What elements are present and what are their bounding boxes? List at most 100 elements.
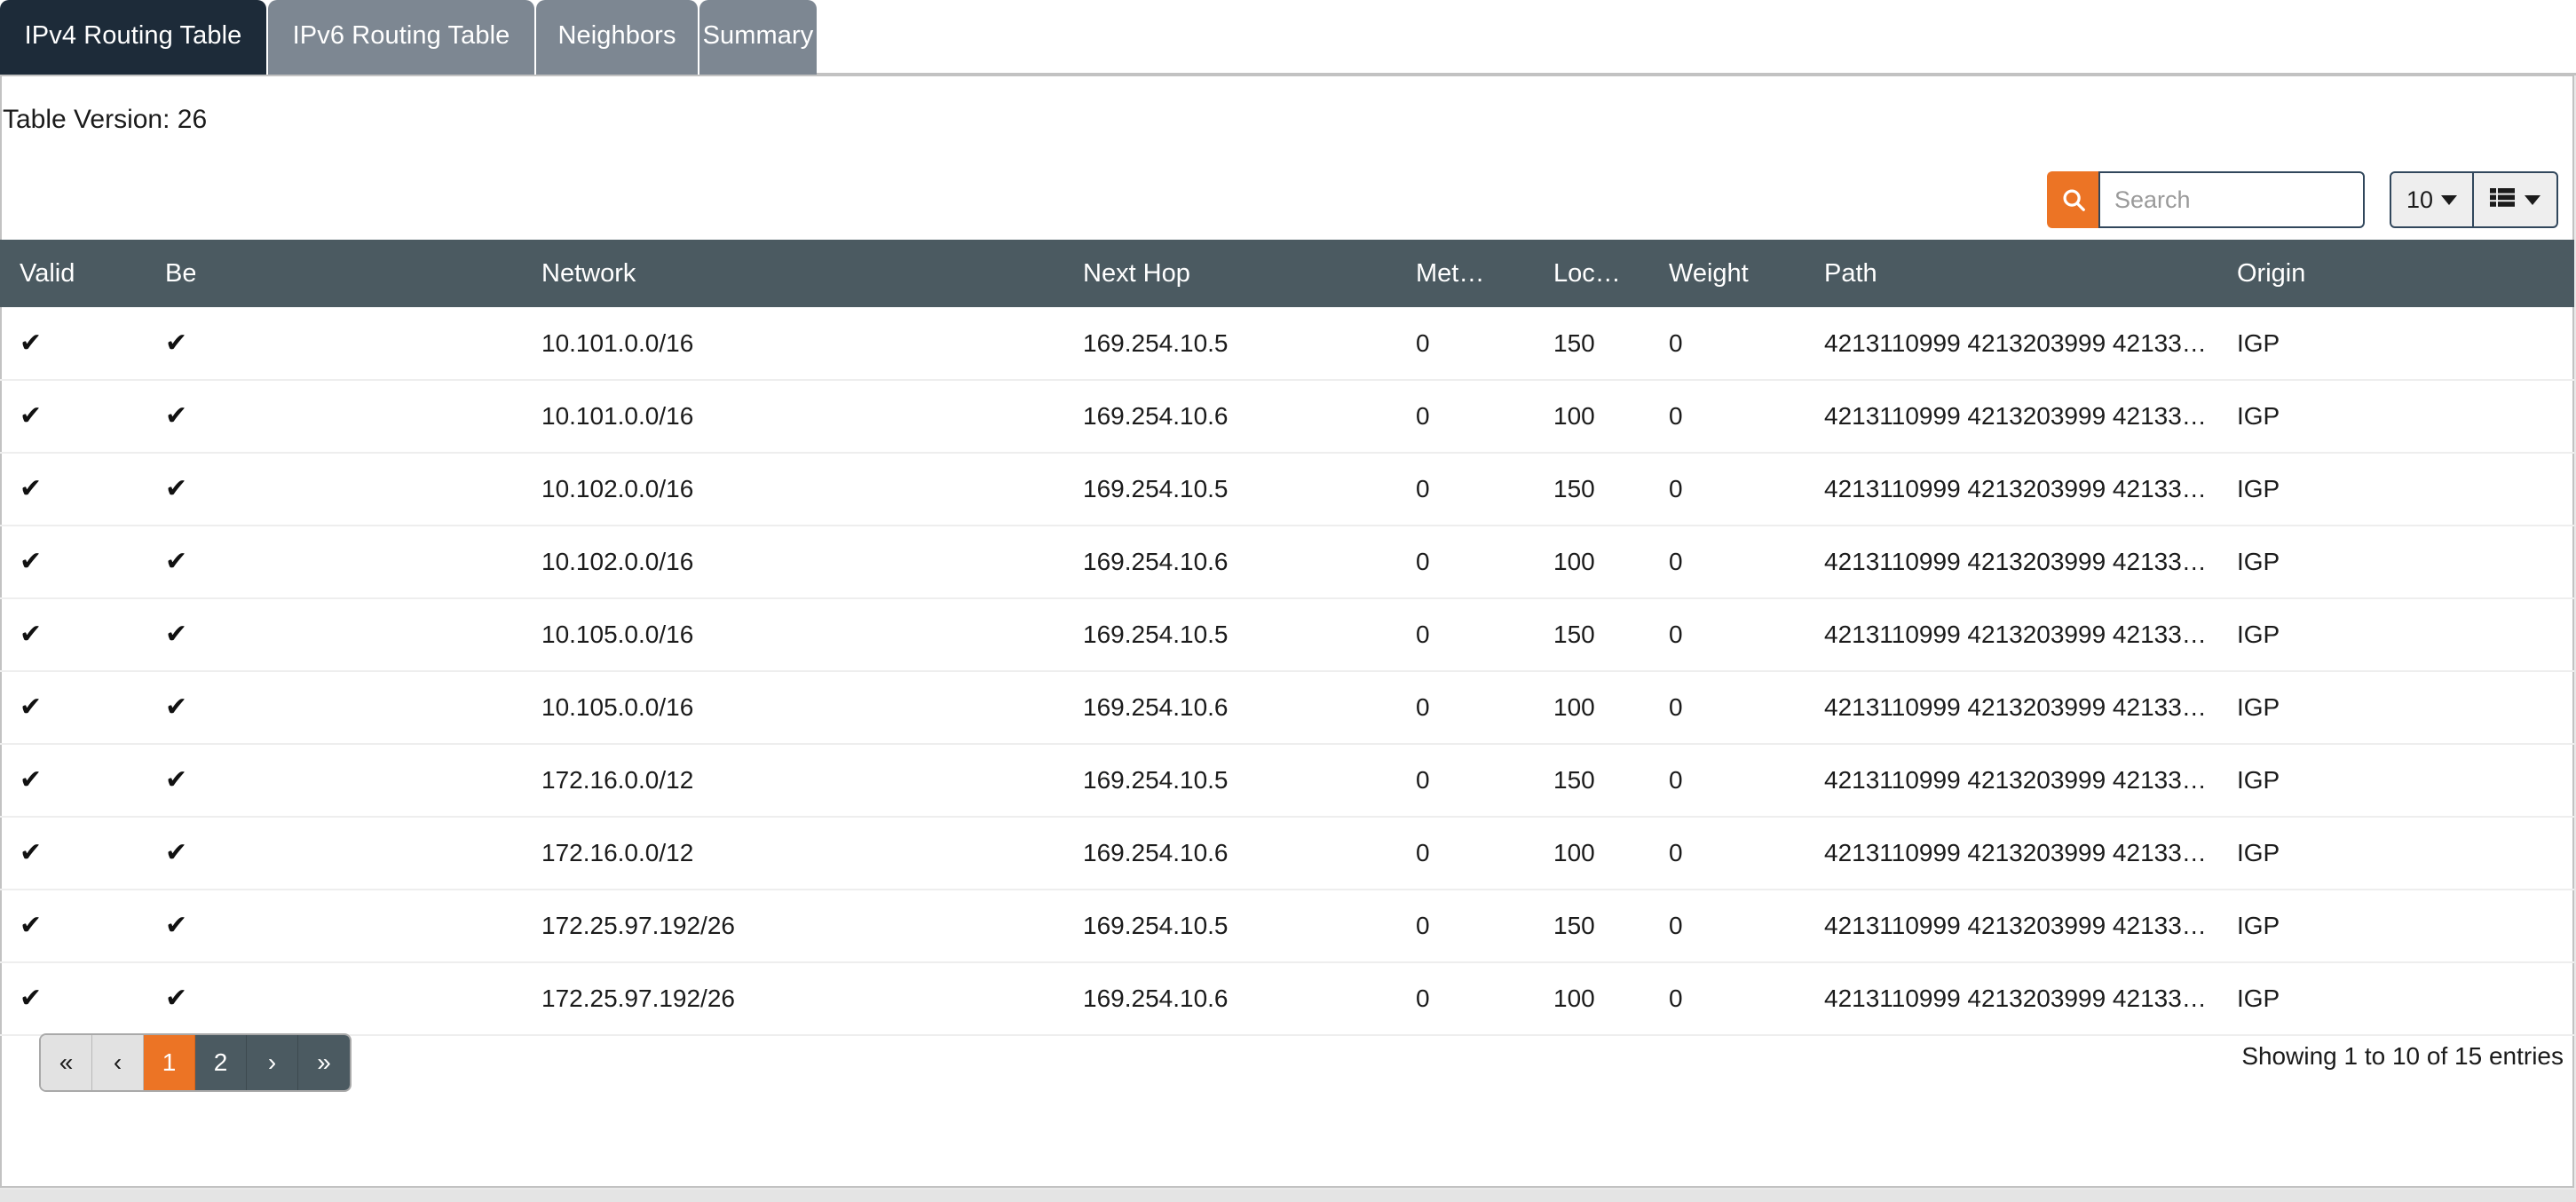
pagination-next[interactable]: › <box>247 1035 298 1090</box>
check-icon: ✔ <box>20 692 43 722</box>
cell-internal-check: ✔ <box>195 380 311 454</box>
column-header-label: Met… <box>1416 258 1485 288</box>
cell-path: 4213110999 4213203999 4213302… <box>1806 671 2219 745</box>
cell-best-check: ✔ <box>80 671 195 745</box>
column-header-network[interactable]: Network <box>311 240 852 307</box>
search-icon[interactable] <box>2046 171 2098 228</box>
table-row[interactable]: ✔✔✔172.25.97.192/26169.254.10.5015004213… <box>0 890 2574 963</box>
cell-metric: 0 <box>1398 453 1536 526</box>
check-icon: ✔ <box>20 328 43 358</box>
cell-best-check: ✔ <box>80 307 195 381</box>
tab-neighbors[interactable]: Neighbors <box>536 0 698 75</box>
cell-path: 4213110999 4213203999 4213301… <box>1806 817 2219 890</box>
column-header-localpref[interactable]: Loc… <box>1536 240 1651 307</box>
column-visibility-icon <box>2490 186 2517 214</box>
tab-summary[interactable]: Summary <box>699 0 817 75</box>
cell-origin: IGP <box>2219 453 2574 526</box>
check-icon: ✔ <box>20 474 43 503</box>
check-icon: ✔ <box>20 401 43 431</box>
cell-metric: 0 <box>1398 744 1536 818</box>
cell-network: 172.16.0.0/12 <box>311 817 852 890</box>
table-row[interactable]: ✔✔✔172.16.0.0/12169.254.10.5015004213110… <box>0 744 2574 818</box>
tab-ipv6-routing-table[interactable]: IPv6 Routing Table <box>268 0 534 75</box>
check-icon: ✔ <box>165 401 188 431</box>
column-header-metric[interactable]: Met… <box>1398 240 1536 307</box>
cell-localpref: 150 <box>1536 307 1651 381</box>
check-icon: ✔ <box>20 620 43 649</box>
table-row[interactable]: ✔✔✔10.105.0.0/16169.254.10.5015004213110… <box>0 598 2574 672</box>
cell-valid-check: ✔ <box>0 671 80 745</box>
table-row[interactable]: ✔✔✔10.102.0.0/16169.254.10.6010004213110… <box>0 526 2574 599</box>
column-header-valid[interactable]: Valid <box>0 240 80 307</box>
cell-weight: 0 <box>1651 526 1806 599</box>
check-icon: ✔ <box>165 765 188 795</box>
cell-internal-check: ✔ <box>195 598 311 672</box>
cell-best-check: ✔ <box>80 380 195 454</box>
table-row[interactable]: ✔✔✔10.102.0.0/16169.254.10.5015004213110… <box>0 453 2574 526</box>
cell-path: 4213110999 4213203999 4213301… <box>1806 744 2219 818</box>
cell-path: 4213110999 4213203999 4213302… <box>1806 526 2219 599</box>
column-header-label: Valid <box>20 258 75 288</box>
column-header-label: Next Hop <box>1083 258 1190 288</box>
column-visibility-dropdown[interactable] <box>2473 171 2558 228</box>
cell-weight: 0 <box>1651 307 1806 381</box>
tab-bar-underline <box>817 73 2576 75</box>
cell-valid-check: ✔ <box>0 817 80 890</box>
cell-nexthop: 169.254.10.6 <box>852 526 1398 599</box>
chevron-down-icon <box>2525 194 2540 205</box>
column-header-origin[interactable]: Origin <box>2219 240 2574 307</box>
cell-internal-check: ✔ <box>195 453 311 526</box>
table-toolbar: 10 <box>2046 169 2558 231</box>
cell-nexthop: 169.254.10.6 <box>852 671 1398 745</box>
pagination-page-1[interactable]: 1 <box>144 1035 195 1090</box>
tab-ipv4-routing-table[interactable]: IPv4 Routing Table <box>0 0 266 75</box>
cell-localpref: 100 <box>1536 526 1651 599</box>
pagination-first[interactable]: « <box>41 1035 92 1090</box>
column-header-nexthop[interactable]: Next Hop <box>852 240 1398 307</box>
cell-nexthop: 169.254.10.5 <box>852 307 1398 381</box>
column-header-weight[interactable]: Weight <box>1651 240 1806 307</box>
column-header-path[interactable]: Path <box>1806 240 2219 307</box>
column-header-internal[interactable]: Internal <box>195 240 311 307</box>
routing-table: Valid BestInternal Network Next Hop Met… Loc…… <box>0 240 2574 1036</box>
check-icon: ✔ <box>165 692 188 722</box>
cell-origin: IGP <box>2219 526 2574 599</box>
pagination-page-2[interactable]: 2 <box>195 1035 247 1090</box>
check-icon: ✔ <box>20 984 43 1013</box>
search-group <box>2046 171 2365 228</box>
cell-best-check: ✔ <box>80 817 195 890</box>
page-length-dropdown[interactable]: 10 <box>2389 171 2473 228</box>
cell-internal-check: ✔ <box>195 890 311 963</box>
column-header-label: Weight <box>1669 258 1749 288</box>
entries-info: Showing 1 to 10 of 15 entries <box>2241 1042 2564 1070</box>
table-row[interactable]: ✔✔✔172.16.0.0/12169.254.10.6010004213110… <box>0 817 2574 890</box>
check-icon: ✔ <box>165 328 188 358</box>
routing-table-container: Valid BestInternal Network Next Hop Met… Loc…… <box>0 240 2574 1036</box>
table-row[interactable]: ✔✔✔10.101.0.0/16169.254.10.5015004213110… <box>0 307 2574 381</box>
cell-valid-check: ✔ <box>0 526 80 599</box>
cell-best-check: ✔ <box>80 526 195 599</box>
table-row[interactable]: ✔✔✔10.101.0.0/16169.254.10.6010004213110… <box>0 380 2574 454</box>
cell-internal-check: ✔ <box>195 307 311 381</box>
cell-network: 10.101.0.0/16 <box>311 307 852 381</box>
cell-internal-check: ✔ <box>195 744 311 818</box>
cell-nexthop: 169.254.10.5 <box>852 744 1398 818</box>
pagination-previous[interactable]: ‹ <box>92 1035 144 1090</box>
check-icon: ✔ <box>20 765 43 795</box>
table-version-label: Table Version: 26 <box>3 105 208 134</box>
check-icon: ✔ <box>20 911 43 940</box>
cell-nexthop: 169.254.10.6 <box>852 817 1398 890</box>
cell-best-check: ✔ <box>80 598 195 672</box>
cell-metric: 0 <box>1398 671 1536 745</box>
tab-label: IPv4 Routing Table <box>24 20 242 50</box>
cell-localpref: 150 <box>1536 453 1651 526</box>
column-header-best[interactable]: Best <box>80 240 195 307</box>
cell-origin: IGP <box>2219 307 2574 381</box>
pagination-last[interactable]: » <box>298 1035 350 1090</box>
column-header-label: Origin <box>2237 258 2306 288</box>
table-row[interactable]: ✔✔✔10.105.0.0/16169.254.10.6010004213110… <box>0 671 2574 745</box>
cell-network: 10.105.0.0/16 <box>311 598 852 672</box>
search-input[interactable] <box>2098 171 2365 228</box>
cell-internal-check: ✔ <box>195 817 311 890</box>
cell-path: 4213110999 4213203999 4213301… <box>1806 380 2219 454</box>
